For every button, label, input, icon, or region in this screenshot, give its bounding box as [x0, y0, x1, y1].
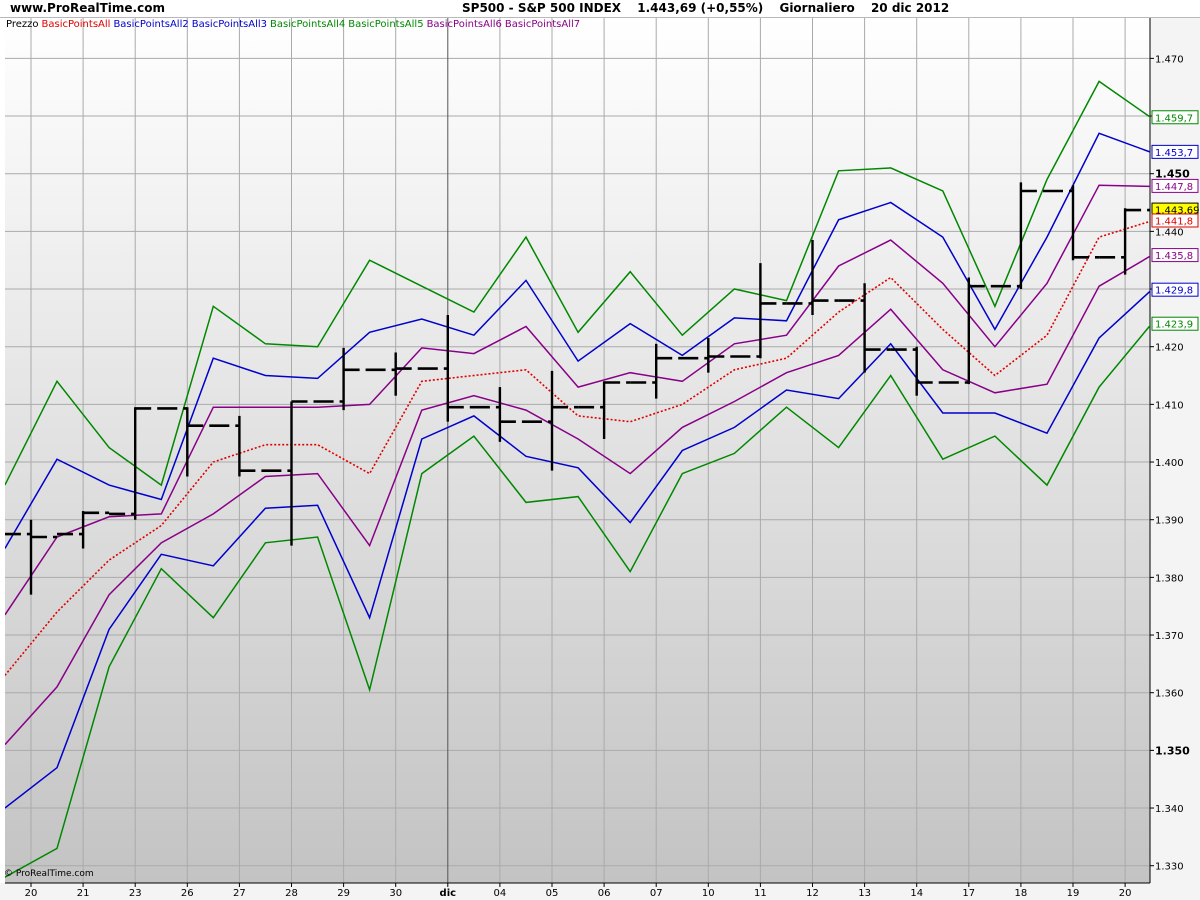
y-tick-label: 1.360	[1155, 689, 1184, 700]
x-tick-label: 30	[389, 888, 402, 899]
watermark: © ProRealTime.com	[4, 869, 94, 879]
last-value-label: 1.441,8	[1155, 216, 1193, 227]
legend-price: Prezzo	[6, 19, 39, 30]
y-tick-label: 1.440	[1155, 227, 1184, 238]
plot-area[interactable]	[5, 18, 1150, 883]
x-tick-label: 23	[129, 888, 142, 899]
last-value-label: 1.447,8	[1155, 182, 1193, 193]
y-tick-label: 1.370	[1155, 631, 1184, 642]
last-value-label: 1.429,8	[1155, 286, 1193, 297]
y-tick-label: 1.450	[1155, 168, 1190, 181]
legend-item: BasicPointsAll7	[504, 19, 581, 30]
chart-window: www.ProRealTime.com SP500 - S&P 500 INDE…	[0, 0, 1200, 900]
last-value-label: 1.459,7	[1155, 113, 1193, 124]
x-tick-label: 13	[858, 888, 871, 899]
y-tick-label: 1.410	[1155, 400, 1184, 411]
y-tick-label: 1.470	[1155, 54, 1184, 65]
x-tick-label: 29	[337, 888, 350, 899]
x-tick-label: 26	[181, 888, 194, 899]
x-tick-label: 18	[1015, 888, 1028, 899]
x-tick-label: 10	[702, 888, 715, 899]
legend: Prezzo BasicPointsAll BasicPointsAll2 Basic…	[6, 19, 586, 30]
x-tick-label: 20	[25, 888, 38, 899]
x-tick-label: 19	[1067, 888, 1080, 899]
chart-svg[interactable]: 1.330 1.340 1.350 1.360 1.370 1.380 1.390 1.400…	[0, 0, 1200, 900]
x-tick-label: 21	[77, 888, 90, 899]
last-value-label: 1.423,9	[1155, 320, 1193, 331]
x-tick-label: dic	[440, 888, 457, 899]
x-tick-label: 05	[546, 888, 559, 899]
last-value-label: 1.435,8	[1155, 251, 1193, 262]
x-tick-label: 20	[1119, 888, 1132, 899]
x-tick-label: 11	[754, 888, 767, 899]
x-tick-label: 27	[233, 888, 246, 899]
legend-item: BasicPointsAll2	[113, 19, 189, 30]
x-tick-label: 14	[910, 888, 923, 899]
legend-item: BasicPointsAll5	[348, 19, 424, 30]
x-tick-label: 12	[806, 888, 819, 899]
y-tick-label: 1.390	[1155, 516, 1184, 527]
x-tick-label: 17	[962, 888, 975, 899]
y-tick-label: 1.350	[1155, 744, 1190, 757]
legend-item: BasicPointsAll6	[426, 19, 502, 30]
x-tick-label: 06	[598, 888, 611, 899]
x-tick-label: 28	[285, 888, 298, 899]
x-tick-label: 04	[494, 888, 507, 899]
last-value-label: 1.453,7	[1155, 148, 1193, 159]
legend-item: BasicPointsAll3	[191, 19, 267, 30]
y-tick-label: 1.420	[1155, 343, 1184, 354]
legend-item: BasicPointsAll4	[270, 19, 346, 30]
y-tick-label: 1.330	[1155, 862, 1184, 873]
legend-item: BasicPointsAll	[41, 19, 111, 30]
legend-items: BasicPointsAll BasicPointsAll2 BasicPoints…	[42, 19, 584, 30]
y-tick-label: 1.340	[1155, 804, 1184, 815]
y-tick-label: 1.400	[1155, 458, 1184, 469]
y-tick-label: 1.380	[1155, 573, 1184, 584]
x-tick-label: 07	[650, 888, 663, 899]
